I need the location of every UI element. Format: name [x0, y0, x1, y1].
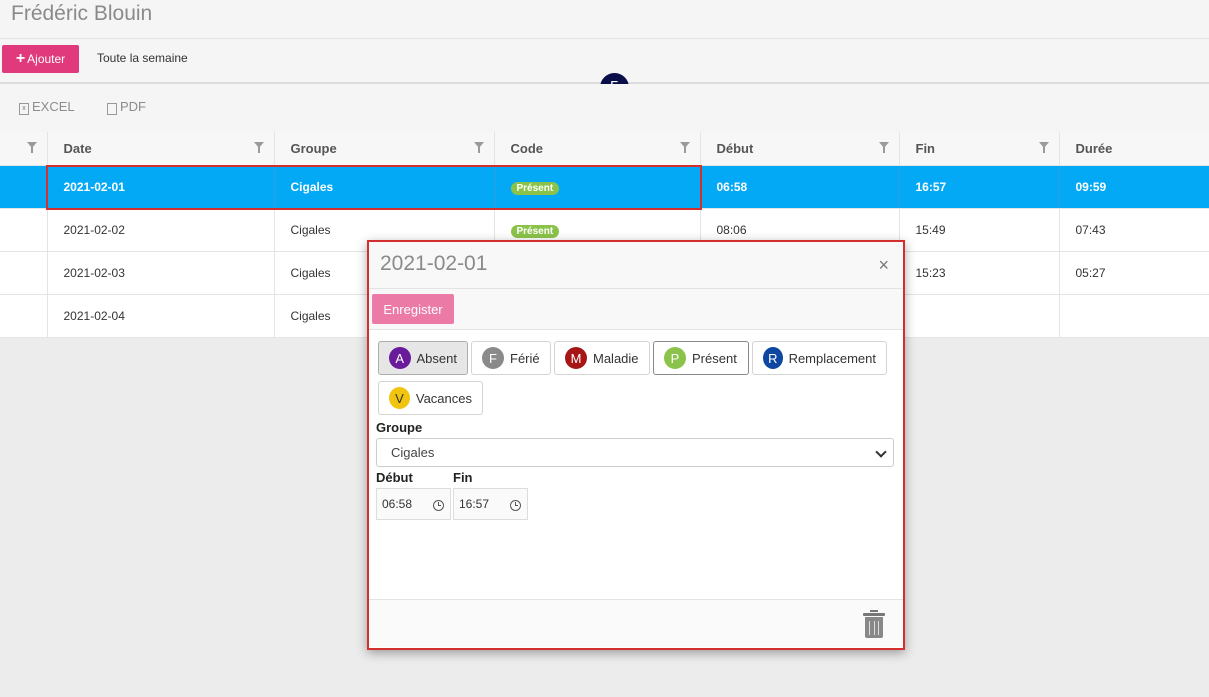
code-letter-icon: M	[565, 347, 587, 369]
add-button-label: Ajouter	[27, 52, 66, 66]
plus-icon: +	[15, 50, 26, 67]
group-select[interactable]: Cigales	[376, 438, 894, 467]
date-cell: 2021-02-03	[46, 251, 274, 295]
end-time-input[interactable]: 16:57	[453, 488, 528, 520]
status-badge: Présent	[510, 224, 560, 238]
column-header-label: Durée	[1075, 141, 1113, 156]
date-cell: 2021-02-02	[46, 208, 274, 252]
group-cell: Cigales	[273, 165, 494, 209]
export-bar: x EXCEL PDF	[0, 84, 1209, 133]
filter-icon[interactable]	[878, 142, 889, 153]
column-header-duration[interactable]: Durée	[1058, 132, 1209, 166]
code-letter-icon: A	[389, 347, 411, 369]
end-label: Fin	[453, 470, 473, 485]
end-cell: 15:49	[898, 208, 1059, 252]
excel-file-icon: x	[19, 102, 29, 115]
duration-cell	[1058, 294, 1209, 338]
pdf-file-icon	[107, 102, 117, 115]
duration-cell: 05:27	[1058, 251, 1209, 295]
column-header-end[interactable]: Fin	[898, 132, 1059, 166]
date-cell: 2021-02-04	[46, 294, 274, 338]
code-letter-icon: F	[482, 347, 504, 369]
code-cell: Présent	[493, 165, 700, 209]
row-select-cell[interactable]	[0, 294, 47, 338]
dialog-header: 2021-02-01 ×	[369, 242, 903, 289]
close-icon[interactable]: ×	[878, 256, 889, 274]
clock-icon[interactable]	[510, 500, 521, 511]
page-title: Frédéric Blouin	[11, 2, 153, 25]
week-filter-link[interactable]: Toute la semaine	[97, 51, 188, 65]
column-header-code[interactable]: Code	[493, 132, 700, 166]
duration-cell: 07:43	[1058, 208, 1209, 252]
filter-icon[interactable]	[473, 142, 484, 153]
column-header-select	[0, 132, 47, 166]
excel-label: EXCEL	[32, 99, 75, 114]
table-header-row: Date Groupe Code Début Fin Durée	[0, 132, 1209, 166]
code-button-label: Remplacement	[788, 350, 876, 366]
code-button-remplacement[interactable]: R Remplacement	[752, 341, 887, 375]
dialog-footer	[369, 599, 903, 647]
end-cell	[898, 294, 1059, 338]
code-button-present[interactable]: P Présent	[653, 341, 749, 375]
column-header-label: Début	[716, 141, 754, 156]
start-time-value: 06:58	[382, 497, 413, 511]
filter-icon[interactable]	[1038, 142, 1049, 153]
code-button-label: Absent	[416, 350, 457, 366]
code-button-ferie[interactable]: F Férié	[471, 341, 551, 375]
row-select-cell[interactable]	[0, 165, 47, 209]
date-cell: 2021-02-01	[46, 165, 274, 209]
start-label: Début	[376, 470, 413, 485]
chevron-down-icon	[875, 446, 887, 458]
group-label: Groupe	[376, 420, 423, 435]
code-button-label: Vacances	[415, 390, 472, 406]
column-header-start[interactable]: Début	[699, 132, 899, 166]
filter-icon[interactable]	[679, 142, 690, 153]
dialog-toolbar: Enregister	[369, 289, 903, 330]
status-badge: Présent	[510, 181, 560, 195]
code-button-label: Présent	[692, 350, 737, 366]
clock-icon[interactable]	[433, 500, 444, 511]
delete-button[interactable]	[863, 610, 885, 638]
dialog-title: 2021-02-01	[380, 252, 488, 275]
start-cell: 06:58	[699, 165, 899, 209]
title-bar: Frédéric Blouin	[0, 0, 1209, 39]
column-header-label: Date	[63, 141, 92, 156]
pdf-export-button[interactable]: PDF	[107, 99, 146, 115]
trash-icon-handle	[870, 610, 878, 612]
code-button-vacances[interactable]: V Vacances	[378, 381, 483, 415]
code-button-maladie[interactable]: M Maladie	[554, 341, 650, 375]
code-letter-icon: V	[389, 387, 410, 409]
filter-icon[interactable]	[26, 142, 37, 153]
column-header-date[interactable]: Date	[46, 132, 274, 166]
code-button-label: Férié	[510, 350, 540, 366]
code-letter-icon: R	[763, 347, 783, 369]
pdf-label: PDF	[120, 99, 146, 114]
row-select-cell[interactable]	[0, 251, 47, 295]
trash-icon-lid	[863, 613, 885, 616]
end-cell: 16:57	[898, 165, 1059, 209]
save-button[interactable]: Enregister	[372, 294, 454, 324]
trash-icon	[865, 617, 883, 638]
excel-export-button[interactable]: x EXCEL	[19, 99, 75, 115]
code-button-absent[interactable]: A Absent	[378, 341, 468, 375]
table-row[interactable]: 2021-02-01 Cigales Présent 06:58 16:57 0…	[0, 165, 1209, 209]
end-cell: 15:23	[898, 251, 1059, 295]
start-time-input[interactable]: 06:58	[376, 488, 451, 520]
end-time-value: 16:57	[459, 497, 490, 511]
column-header-group[interactable]: Groupe	[273, 132, 494, 166]
code-letter-icon: P	[664, 347, 686, 369]
filter-icon[interactable]	[253, 142, 264, 153]
column-header-label: Code	[510, 141, 544, 156]
add-button[interactable]: + Ajouter	[2, 45, 79, 73]
code-button-label: Maladie	[593, 350, 639, 366]
row-select-cell[interactable]	[0, 208, 47, 252]
column-header-label: Fin	[915, 141, 936, 156]
edit-attendance-dialog: 2021-02-01 × Enregister A Absent F Férié…	[367, 240, 905, 650]
column-header-label: Groupe	[290, 141, 337, 156]
duration-cell: 09:59	[1058, 165, 1209, 209]
group-select-value: Cigales	[391, 445, 435, 460]
